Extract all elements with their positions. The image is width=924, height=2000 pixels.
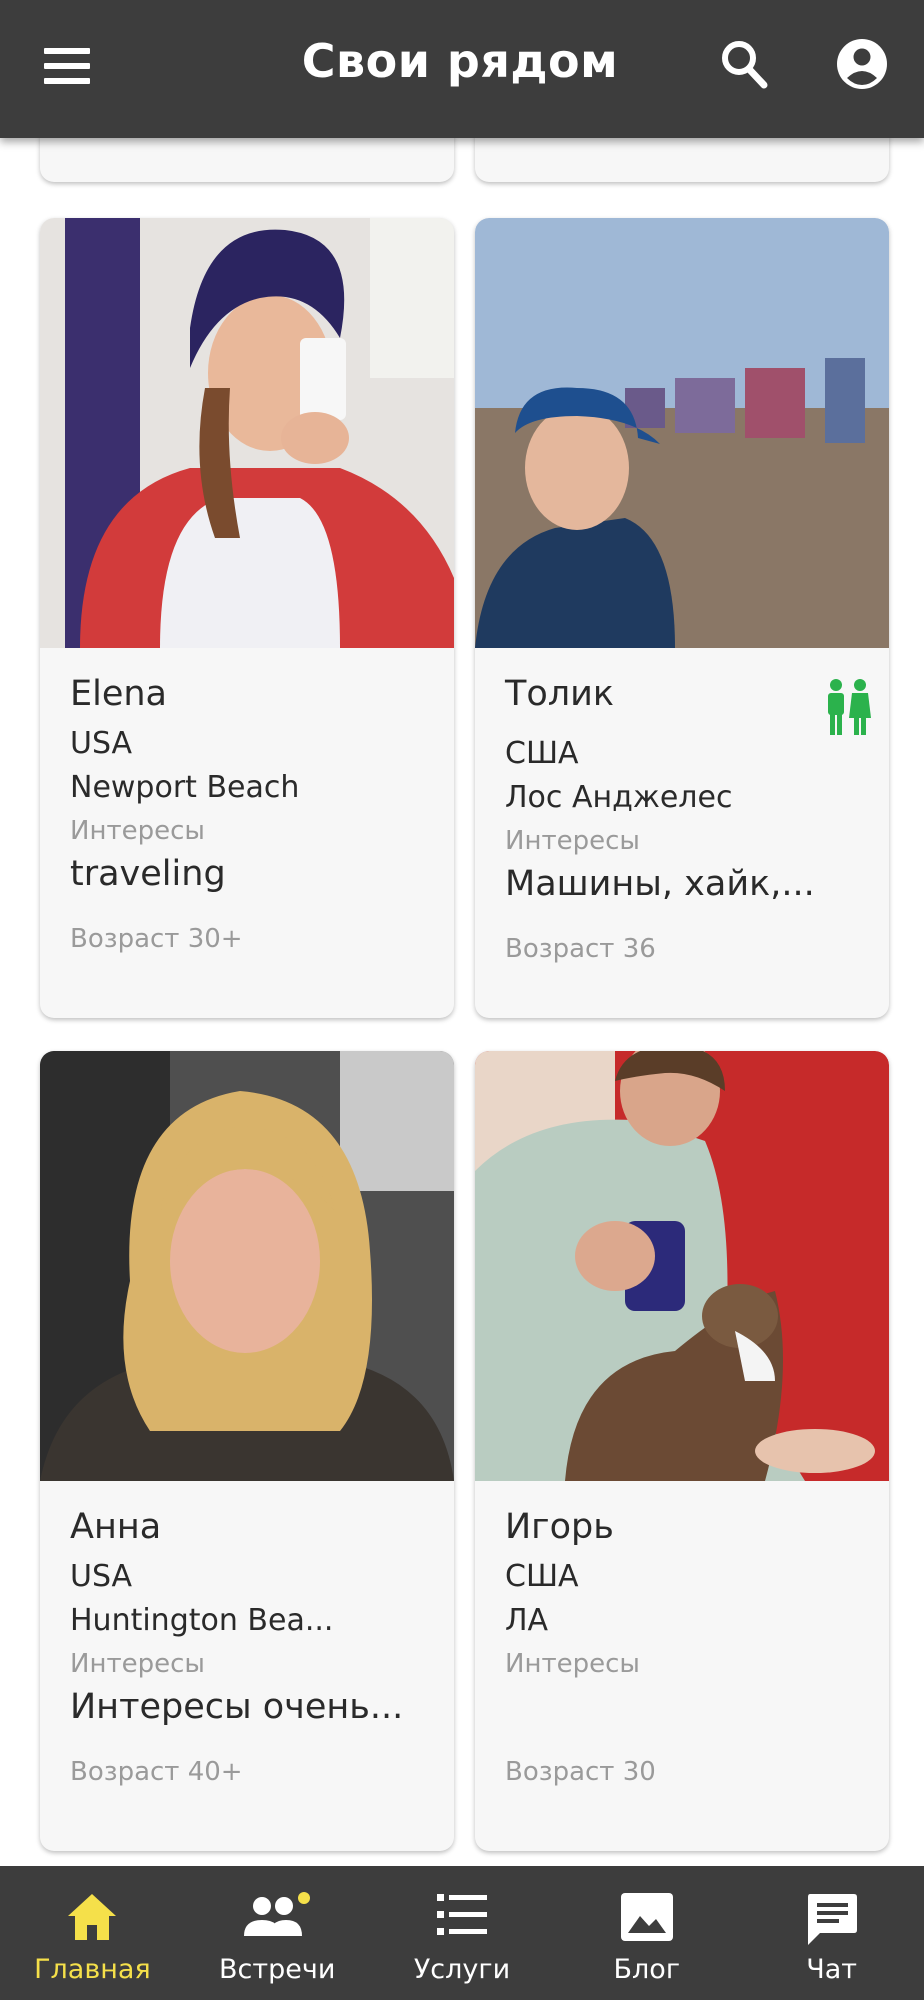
nav-meetings[interactable]: Встречи [185, 1866, 370, 2000]
person-name: Elena [70, 674, 168, 714]
people-feed[interactable]: Elena USA Newport Beach Интересы traveli… [0, 138, 924, 1868]
interests-label: Интересы [505, 1649, 640, 1679]
card-partial-right[interactable] [475, 138, 889, 182]
person-photo [475, 218, 889, 648]
person-age: Возраст 30 [505, 1757, 656, 1787]
person-interests: Машины, хайк,... [505, 864, 815, 904]
chat-icon [807, 1894, 857, 1945]
person-age: Возраст 30+ [70, 924, 243, 954]
top-app-bar: Свои рядом [0, 0, 924, 138]
person-name: Толик [505, 674, 615, 714]
person-city: Newport Beach [70, 770, 300, 805]
person-country: USA [70, 1559, 133, 1594]
person-city: ЛА [505, 1603, 549, 1638]
person-interests: Интересы очень... [70, 1687, 404, 1727]
person-country: США [505, 736, 579, 771]
person-photo [40, 218, 454, 648]
person-city: Лос Анджелес [505, 780, 733, 815]
person-name: Игорь [505, 1507, 614, 1547]
account-icon[interactable] [836, 38, 888, 90]
nav-label: Чат [806, 1954, 857, 1985]
image-icon [620, 1893, 673, 1941]
person-photo [40, 1051, 454, 1481]
interests-label: Интересы [70, 816, 205, 846]
person-card[interactable]: Анна USA Huntington Bea... Интересы Инте… [40, 1051, 454, 1851]
person-age: Возраст 36 [505, 934, 656, 964]
search-icon[interactable] [720, 38, 770, 92]
person-card[interactable]: Игорь США ЛА Интересы Возраст 30 [475, 1051, 889, 1851]
person-card[interactable]: Толик США Лос Анджелес Интересы Машины, … [475, 218, 889, 1018]
person-card[interactable]: Elena USA Newport Beach Интересы traveli… [40, 218, 454, 1018]
home-icon [68, 1894, 117, 1940]
couple-icon [825, 678, 871, 736]
nav-label: Услуги [413, 1954, 511, 1985]
person-name: Анна [70, 1507, 162, 1547]
notification-badge [298, 1892, 311, 1904]
nav-label: Встречи [219, 1954, 336, 1985]
person-photo [475, 1051, 889, 1481]
nav-label: Блог [613, 1954, 681, 1985]
card-partial-left[interactable] [40, 138, 454, 182]
nav-home[interactable]: Главная [0, 1866, 185, 2000]
nav-chat[interactable]: Чат [739, 1866, 924, 2000]
people-icon [244, 1892, 311, 1936]
interests-label: Интересы [70, 1649, 205, 1679]
nav-services[interactable]: Услуги [370, 1866, 555, 2000]
person-country: USA [70, 726, 133, 761]
nav-blog[interactable]: Блог [554, 1866, 739, 2000]
person-city: Huntington Bea... [70, 1603, 334, 1638]
bottom-navigation: Главная Встречи Услуги Блог Чат [0, 1866, 924, 2000]
person-interests: traveling [70, 854, 226, 894]
menu-icon[interactable] [44, 46, 90, 86]
person-age: Возраст 40+ [70, 1757, 243, 1787]
page-title: Свои рядом [301, 34, 619, 88]
list-icon [436, 1894, 487, 1935]
nav-label: Главная [34, 1954, 151, 1985]
person-country: США [505, 1559, 579, 1594]
interests-label: Интересы [505, 826, 640, 856]
